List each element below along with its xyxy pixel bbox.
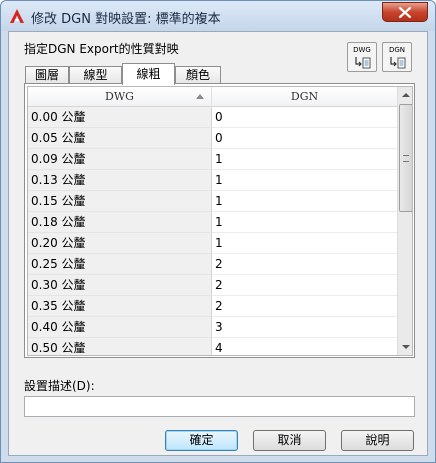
dwg-lineweight-cell: 0.35 公釐: [28, 296, 212, 317]
dgn-import-button[interactable]: DGN: [382, 42, 412, 72]
dgn-import-icon: [390, 57, 406, 69]
dwg-lineweight-cell: 0.25 公釐: [28, 254, 212, 275]
mapping-label: 指定DGN Export的性質對映: [24, 42, 179, 56]
table-row[interactable]: 0.50 公釐 4: [28, 338, 397, 355]
close-button[interactable]: [382, 2, 428, 22]
table-row[interactable]: 0.30 公釐 2: [28, 275, 397, 296]
sort-ascending-icon: [196, 94, 204, 99]
tab-linetypes[interactable]: 線型: [69, 66, 122, 84]
dwg-lineweight-cell: 0.20 公釐: [28, 233, 212, 254]
description-label: 設置描述(D):: [24, 379, 95, 393]
scroll-up-icon[interactable]: [398, 87, 412, 104]
dgn-lineweight-cell[interactable]: 2: [212, 296, 397, 317]
dwg-lineweight-cell: 0.18 公釐: [28, 212, 212, 233]
grid-rows: 0.00 公釐 0 0.05 公釐 0 0.09 公釐 1 0.13 公釐 1 0.15 公釐 1…: [28, 107, 397, 355]
column-header-dgn[interactable]: DGN: [212, 87, 397, 107]
dwg-lineweight-cell: 0.00 公釐: [28, 107, 212, 128]
dialog-window: 修改 DGN 對映設置: 標準的複本 指定DGN Export的性質對映 DWG…: [0, 0, 436, 463]
table-row[interactable]: 0.18 公釐 1: [28, 212, 397, 233]
dwg-lineweight-cell: 0.13 公釐: [28, 170, 212, 191]
table-row[interactable]: 0.00 公釐 0: [28, 107, 397, 128]
dwg-lineweight-cell: 0.30 公釐: [28, 275, 212, 296]
dialog-body: 指定DGN Export的性質對映 DWG DGN 圖層 線型 線粗 顏色 DW…: [8, 31, 428, 456]
scroll-thumb[interactable]: [399, 104, 412, 212]
dwg-lineweight-cell: 0.40 公釐: [28, 317, 212, 338]
cancel-button[interactable]: 取消: [253, 430, 326, 451]
dgn-lineweight-cell[interactable]: 1: [212, 233, 397, 254]
dgn-lineweight-cell[interactable]: 1: [212, 149, 397, 170]
dgn-lineweight-cell[interactable]: 2: [212, 254, 397, 275]
dwg-lineweight-cell: 0.09 公釐: [28, 149, 212, 170]
description-input[interactable]: [24, 396, 415, 417]
dgn-lineweight-cell[interactable]: 0: [212, 107, 397, 128]
ok-button[interactable]: 確定: [165, 430, 238, 451]
table-row[interactable]: 0.09 公釐 1: [28, 149, 397, 170]
table-row[interactable]: 0.25 公釐 2: [28, 254, 397, 275]
table-row[interactable]: 0.35 公釐 2: [28, 296, 397, 317]
scroll-down-icon[interactable]: [398, 338, 412, 355]
tab-colors[interactable]: 顏色: [175, 66, 221, 84]
title-bar[interactable]: 修改 DGN 對映設置: 標準的複本: [1, 1, 435, 31]
table-row[interactable]: 0.13 公釐 1: [28, 170, 397, 191]
dgn-lineweight-cell[interactable]: 0: [212, 128, 397, 149]
help-button[interactable]: 說明: [341, 430, 414, 451]
dgn-lineweight-cell[interactable]: 3: [212, 317, 397, 338]
autocad-logo-icon: [10, 9, 24, 23]
dgn-lineweight-cell[interactable]: 1: [212, 170, 397, 191]
tab-layers[interactable]: 圖層: [25, 66, 69, 84]
grid-header: DWG DGN: [28, 87, 397, 107]
window-title: 修改 DGN 對映設置: 標準的複本: [31, 12, 221, 27]
dwg-lineweight-cell: 0.15 公釐: [28, 191, 212, 212]
tab-lineweights[interactable]: 線粗: [122, 63, 175, 85]
table-row[interactable]: 0.20 公釐 1: [28, 233, 397, 254]
dwg-import-button[interactable]: DWG: [347, 42, 377, 72]
dgn-lineweight-cell[interactable]: 1: [212, 212, 397, 233]
table-row[interactable]: 0.05 公釐 0: [28, 128, 397, 149]
mapping-grid[interactable]: DWG DGN 0.00 公釐 0 0.05 公釐 0 0.09 公釐 1 0.13 公釐 1…: [27, 86, 413, 356]
column-header-dwg[interactable]: DWG: [28, 87, 212, 107]
dwg-import-icon: [355, 57, 371, 69]
dwg-lineweight-cell: 0.50 公釐: [28, 338, 212, 355]
dgn-lineweight-cell[interactable]: 1: [212, 191, 397, 212]
dwg-lineweight-cell: 0.05 公釐: [28, 128, 212, 149]
table-row[interactable]: 0.15 公釐 1: [28, 191, 397, 212]
dgn-lineweight-cell[interactable]: 4: [212, 338, 397, 355]
table-row[interactable]: 0.40 公釐 3: [28, 317, 397, 338]
tab-panel: DWG DGN 0.00 公釐 0 0.05 公釐 0 0.09 公釐 1 0.13 公釐 1…: [24, 83, 415, 358]
dgn-lineweight-cell[interactable]: 2: [212, 275, 397, 296]
vertical-scrollbar[interactable]: [397, 87, 412, 355]
close-icon: [399, 7, 411, 18]
